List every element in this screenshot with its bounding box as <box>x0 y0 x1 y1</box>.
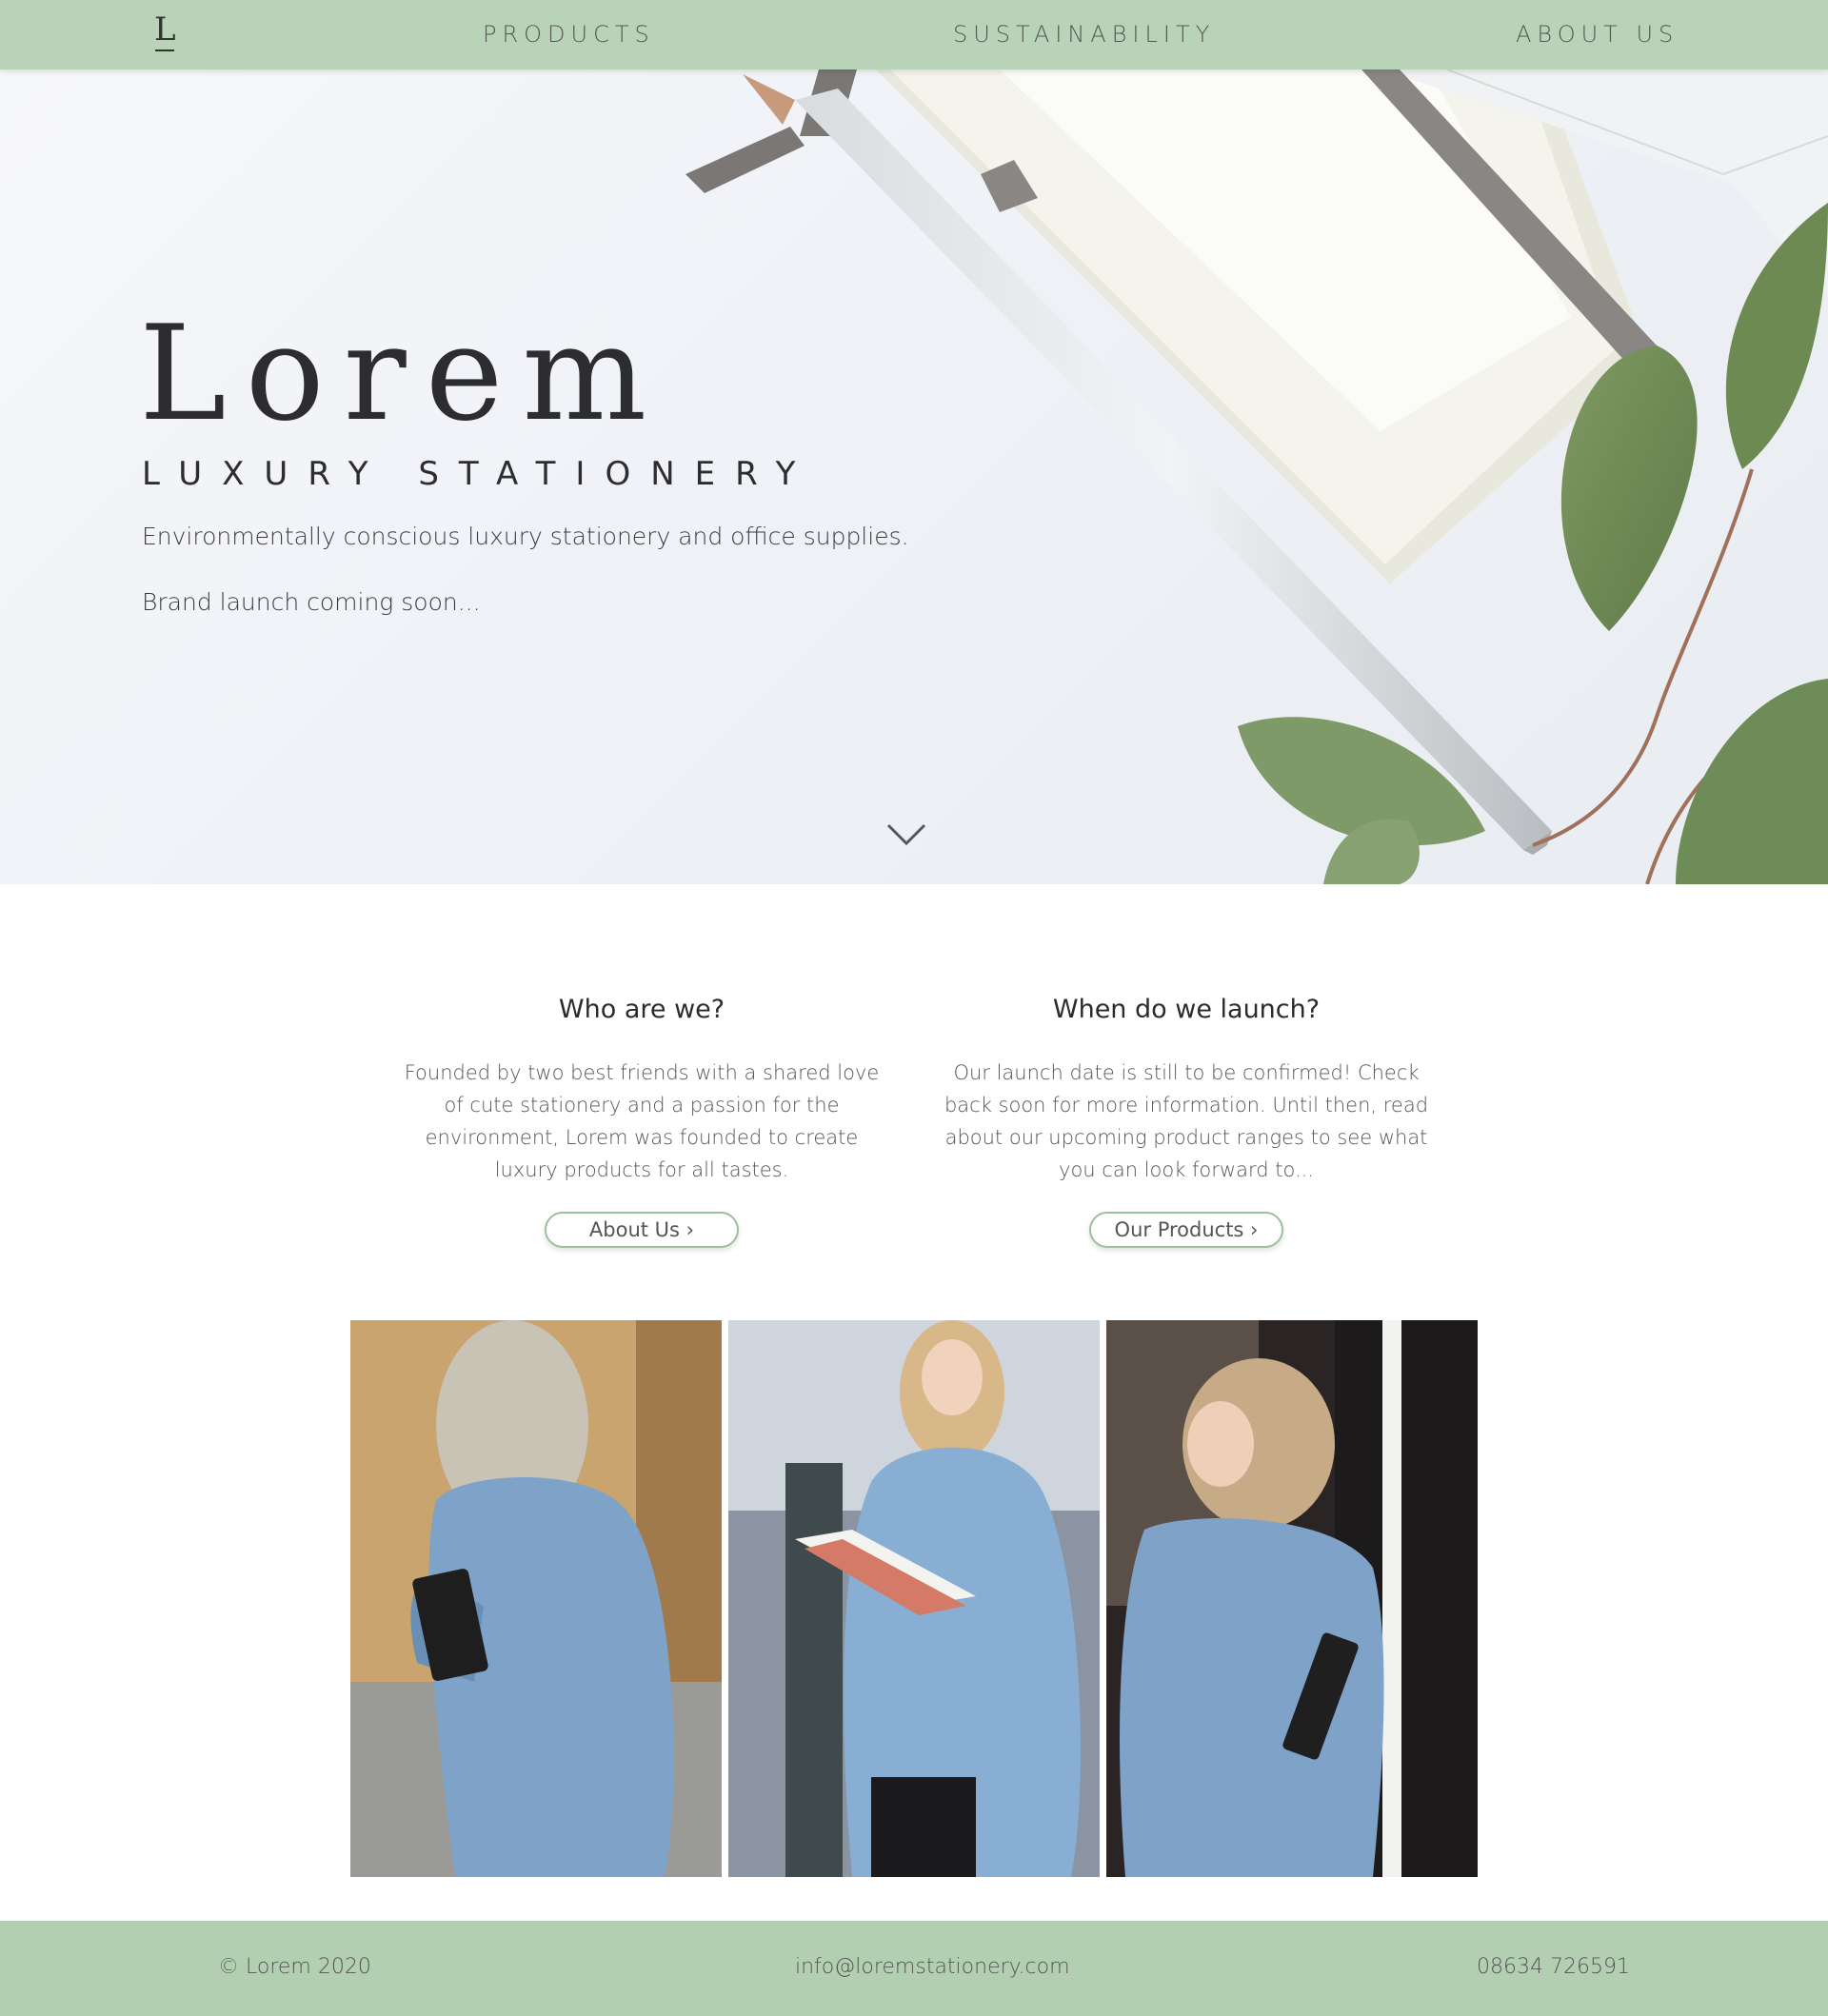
footer-phone: 08634 726591 <box>1477 1955 1630 1979</box>
who-are-we-section: Who are we? Founded by two best friends … <box>394 995 889 1186</box>
launch-text: Our launch date is still to be confirmed… <box>944 1061 1429 1181</box>
top-navigation: L PRODUCTS SUSTAINABILITY ABOUT US <box>0 0 1828 69</box>
gallery-photo-2 <box>728 1320 1100 1877</box>
launch-heading: When do we launch? <box>1052 995 1321 1024</box>
gallery-photo-1 <box>350 1320 722 1877</box>
footer-email-link[interactable]: info@loremstationery.com <box>795 1955 1070 1979</box>
hero-description: Environmentally conscious luxury station… <box>142 523 909 550</box>
who-are-we-text: Founded by two best friends with a share… <box>404 1061 880 1181</box>
our-products-button[interactable]: Our Products › <box>1089 1212 1283 1248</box>
chevron-down-icon[interactable] <box>885 821 927 848</box>
footer: © Lorem 2020 info@loremstationery.com 08… <box>0 1921 1828 2016</box>
hero-subtitle: LUXURY STATIONERY <box>142 455 816 493</box>
logo-underline <box>155 49 174 51</box>
launch-section: When do we launch? Our launch date is st… <box>939 995 1434 1186</box>
hero-launch-note: Brand launch coming soon... <box>142 588 481 616</box>
gallery-photo-3 <box>1106 1320 1478 1877</box>
footer-copyright: © Lorem 2020 <box>218 1955 371 1979</box>
who-are-we-heading: Who are we? <box>558 995 725 1024</box>
hero-banner: Lorem LUXURY STATIONERY Environmentally … <box>0 69 1828 884</box>
nav-link-sustainability[interactable]: SUSTAINABILITY <box>953 21 1215 48</box>
nav-link-about-us[interactable]: ABOUT US <box>1516 21 1679 48</box>
nav-link-products[interactable]: PRODUCTS <box>483 21 655 48</box>
about-us-button[interactable]: About Us › <box>545 1212 739 1248</box>
brand-logo[interactable]: L <box>154 13 176 46</box>
hero-title: Lorem <box>139 297 666 450</box>
